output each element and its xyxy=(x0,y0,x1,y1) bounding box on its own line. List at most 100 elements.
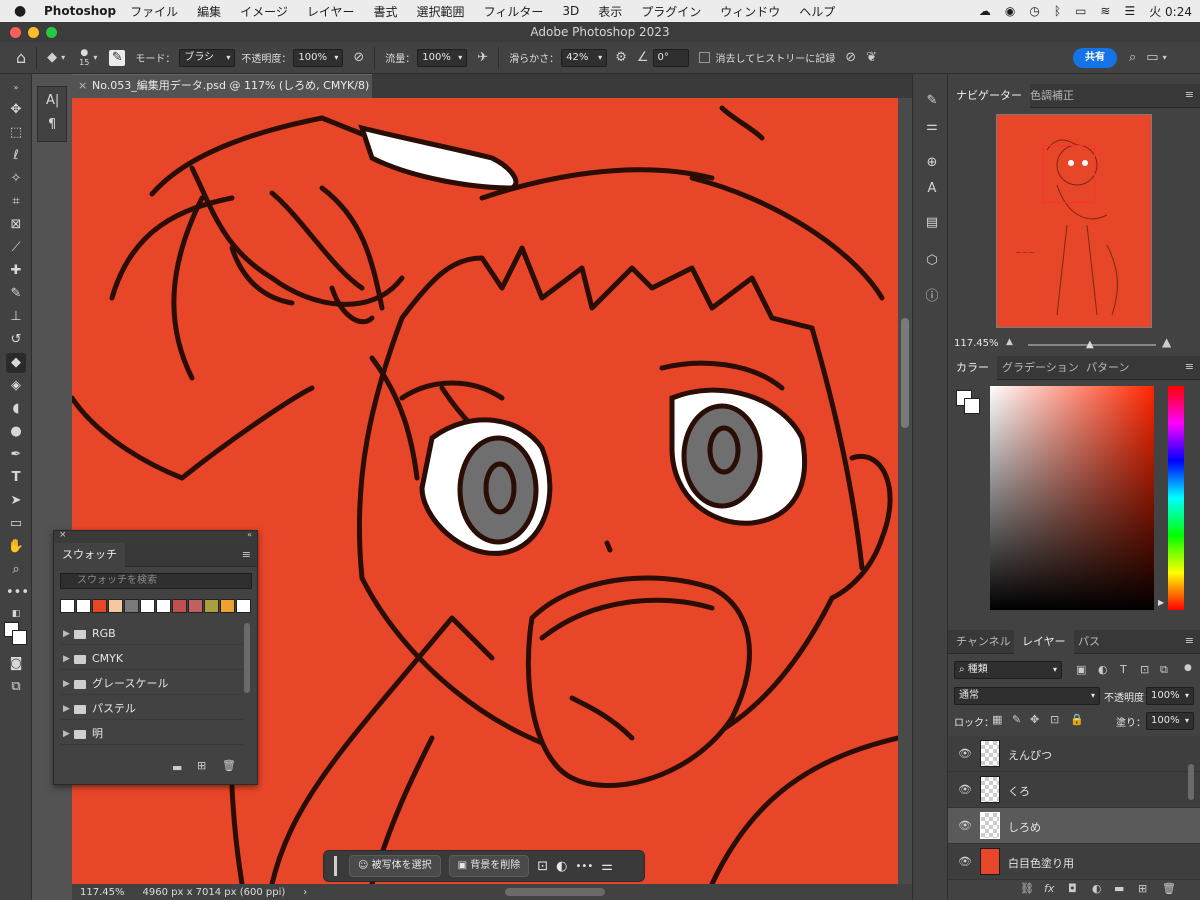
color-field[interactable] xyxy=(990,386,1154,610)
menu-3d[interactable]: 3D xyxy=(562,4,579,18)
horizontal-scroll-thumb[interactable] xyxy=(505,888,606,896)
menu-filter[interactable]: フィルター xyxy=(484,3,544,20)
lock-artboard-icon[interactable]: ⊡ xyxy=(1050,713,1059,726)
rectangle-tool-icon[interactable]: ▭ xyxy=(6,514,26,534)
magic-wand-tool-icon[interactable]: ✧ xyxy=(6,169,26,189)
swatch[interactable] xyxy=(60,599,75,613)
add-mask-icon[interactable]: ◘ xyxy=(1068,882,1077,895)
tab-navigator[interactable]: ナビゲーター xyxy=(948,84,1030,108)
filter-type-icon[interactable]: T xyxy=(1120,663,1127,676)
panel-menu-icon[interactable]: ≡ xyxy=(242,548,251,561)
panel-menu-icon[interactable]: ≡ xyxy=(1185,634,1194,647)
tab-adjustments[interactable]: 色調補正 xyxy=(1022,84,1082,108)
swatch[interactable] xyxy=(204,599,219,613)
zoom-window-button[interactable] xyxy=(46,27,57,38)
swatch[interactable] xyxy=(76,599,91,613)
info-panel-icon[interactable]: ⓘ xyxy=(923,288,941,306)
mode-select[interactable]: ブラシ ▾ xyxy=(179,48,236,67)
swatch-folder-rgb[interactable]: ▶ RGB xyxy=(60,623,244,645)
close-panel-icon[interactable]: × xyxy=(59,530,67,540)
filter-smart-object-icon[interactable]: ⧉ xyxy=(1160,663,1168,677)
lasso-tool-icon[interactable]: ℓ xyxy=(6,146,26,166)
swatch[interactable] xyxy=(236,599,251,613)
brush-tool-icon[interactable]: ✎ xyxy=(6,284,26,304)
menu-plugins[interactable]: プラグイン xyxy=(641,3,701,20)
crop-tool-icon[interactable]: ⌗ xyxy=(6,192,26,212)
lock-image-icon[interactable]: ✎ xyxy=(1012,713,1021,726)
layers-scrollbar[interactable] xyxy=(1188,764,1194,800)
eraser-tool-icon[interactable]: ◆ xyxy=(6,353,26,373)
type-tool-icon[interactable]: T xyxy=(6,468,26,488)
eye-icon[interactable]: 👁 xyxy=(958,819,972,832)
panel-collapse-icon[interactable]: » xyxy=(6,78,26,98)
lock-all-icon[interactable]: 🔒 xyxy=(1070,713,1084,726)
swatch[interactable] xyxy=(108,599,123,613)
status-chevron-icon[interactable]: › xyxy=(303,887,307,898)
hand-tool-icon[interactable]: ✋ xyxy=(6,537,26,557)
bluetooth-icon[interactable]: ᛒ xyxy=(1054,4,1061,18)
move-tool-icon[interactable]: ✥ xyxy=(6,100,26,120)
tab-gradients[interactable]: グラデーション xyxy=(994,356,1087,380)
background-color-swatch[interactable] xyxy=(12,630,27,645)
layer-filter-select[interactable]: ⌕ 種類 ▾ xyxy=(954,661,1062,679)
brush-presets-panel-icon[interactable]: ⚌ xyxy=(923,118,941,136)
hue-slider-handle[interactable]: ▶ xyxy=(1158,598,1164,607)
airbrush-icon[interactable]: ✈ xyxy=(477,50,488,65)
layer-row[interactable]: 👁 白目色塗り用 xyxy=(948,844,1200,880)
edit-toolbar-icon[interactable]: ••• xyxy=(6,583,29,603)
filter-shape-icon[interactable]: ⊡ xyxy=(1140,663,1149,676)
workspace-chevron-icon[interactable]: ▾ xyxy=(1163,53,1167,62)
adjustment-icon[interactable]: ◐ xyxy=(556,859,567,874)
layer-opacity-field[interactable]: 100% ▾ xyxy=(1146,687,1194,705)
swatch-folder-pastel[interactable]: ▶ パステル xyxy=(60,698,244,720)
smoothing-field[interactable]: 42% ▾ xyxy=(561,48,608,67)
tab-color[interactable]: カラー xyxy=(948,356,997,380)
libraries-panel-icon[interactable]: ▤ xyxy=(923,214,941,232)
menu-view[interactable]: 表示 xyxy=(598,3,622,20)
eyedropper-tool-icon[interactable]: ⟋ xyxy=(6,238,26,258)
share-button[interactable]: 共有 xyxy=(1073,47,1118,68)
swatches-panel-header[interactable]: × « xyxy=(54,530,257,543)
status-zoom[interactable]: 117.45% xyxy=(80,887,125,898)
swatch[interactable] xyxy=(92,599,107,613)
swatch-scrollbar[interactable] xyxy=(244,623,250,693)
search-icon[interactable]: ⌕ xyxy=(1129,50,1136,65)
panel-menu-icon[interactable]: ≡ xyxy=(1185,360,1194,373)
brush-size-picker[interactable]: ● 15 xyxy=(79,48,89,67)
menu-image[interactable]: イメージ xyxy=(240,3,288,20)
pressure-size-icon[interactable]: ⊘ xyxy=(845,50,856,65)
menu-file[interactable]: ファイル xyxy=(130,3,178,20)
character-styles-panel-icon[interactable]: A xyxy=(923,180,941,198)
creative-cloud-icon[interactable]: ☁ xyxy=(979,4,991,18)
new-group-icon[interactable]: ▬ xyxy=(1114,882,1124,895)
frame-tool-icon[interactable]: ⊠ xyxy=(6,215,26,235)
symmetry-butterfly-icon[interactable]: ❦ xyxy=(866,50,877,65)
angle-field[interactable]: 0° xyxy=(652,48,689,67)
swatch[interactable] xyxy=(156,599,171,613)
history-brush-tool-icon[interactable]: ↺ xyxy=(6,330,26,350)
navigator-zoom-field[interactable]: 117.45% xyxy=(954,338,999,349)
new-folder-icon[interactable]: ▬ xyxy=(172,761,182,774)
new-swatch-icon[interactable]: ⊞ xyxy=(197,759,206,772)
brush-settings-panel-icon[interactable]: ✎ xyxy=(923,92,941,110)
layer-row[interactable]: 👁 えんぴつ xyxy=(948,736,1200,772)
zoom-in-icon[interactable]: ▲ xyxy=(1162,335,1171,349)
tab-patterns[interactable]: パターン xyxy=(1078,356,1137,380)
quick-mask-icon[interactable]: ◙ xyxy=(6,654,26,674)
menubar-clock[interactable]: 火 0:24 xyxy=(1149,3,1192,20)
swatch-folder-cmyk[interactable]: ▶ CMYK xyxy=(60,648,244,670)
tab-layers[interactable]: レイヤー xyxy=(1014,630,1074,654)
swatch[interactable] xyxy=(172,599,187,613)
pen-tool-icon[interactable]: ✒ xyxy=(6,445,26,465)
more-options-button[interactable]: ••• xyxy=(576,861,594,872)
blur-tool-icon[interactable]: ◖ xyxy=(6,399,26,419)
filter-toggle-icon[interactable]: ● xyxy=(1184,663,1192,673)
clone-stamp-tool-icon[interactable]: ⊥ xyxy=(6,307,26,327)
eraser-tool-preset-icon[interactable]: ◆ xyxy=(47,50,57,65)
dodge-tool-icon[interactable]: ● xyxy=(6,422,26,442)
eye-icon[interactable]: 👁 xyxy=(958,855,972,868)
tab-paths[interactable]: パス xyxy=(1070,630,1108,654)
lock-position-icon[interactable]: ✥ xyxy=(1030,713,1039,726)
home-icon[interactable]: ⌂ xyxy=(16,48,26,67)
trash-icon[interactable]: 🗑 xyxy=(1162,882,1176,895)
